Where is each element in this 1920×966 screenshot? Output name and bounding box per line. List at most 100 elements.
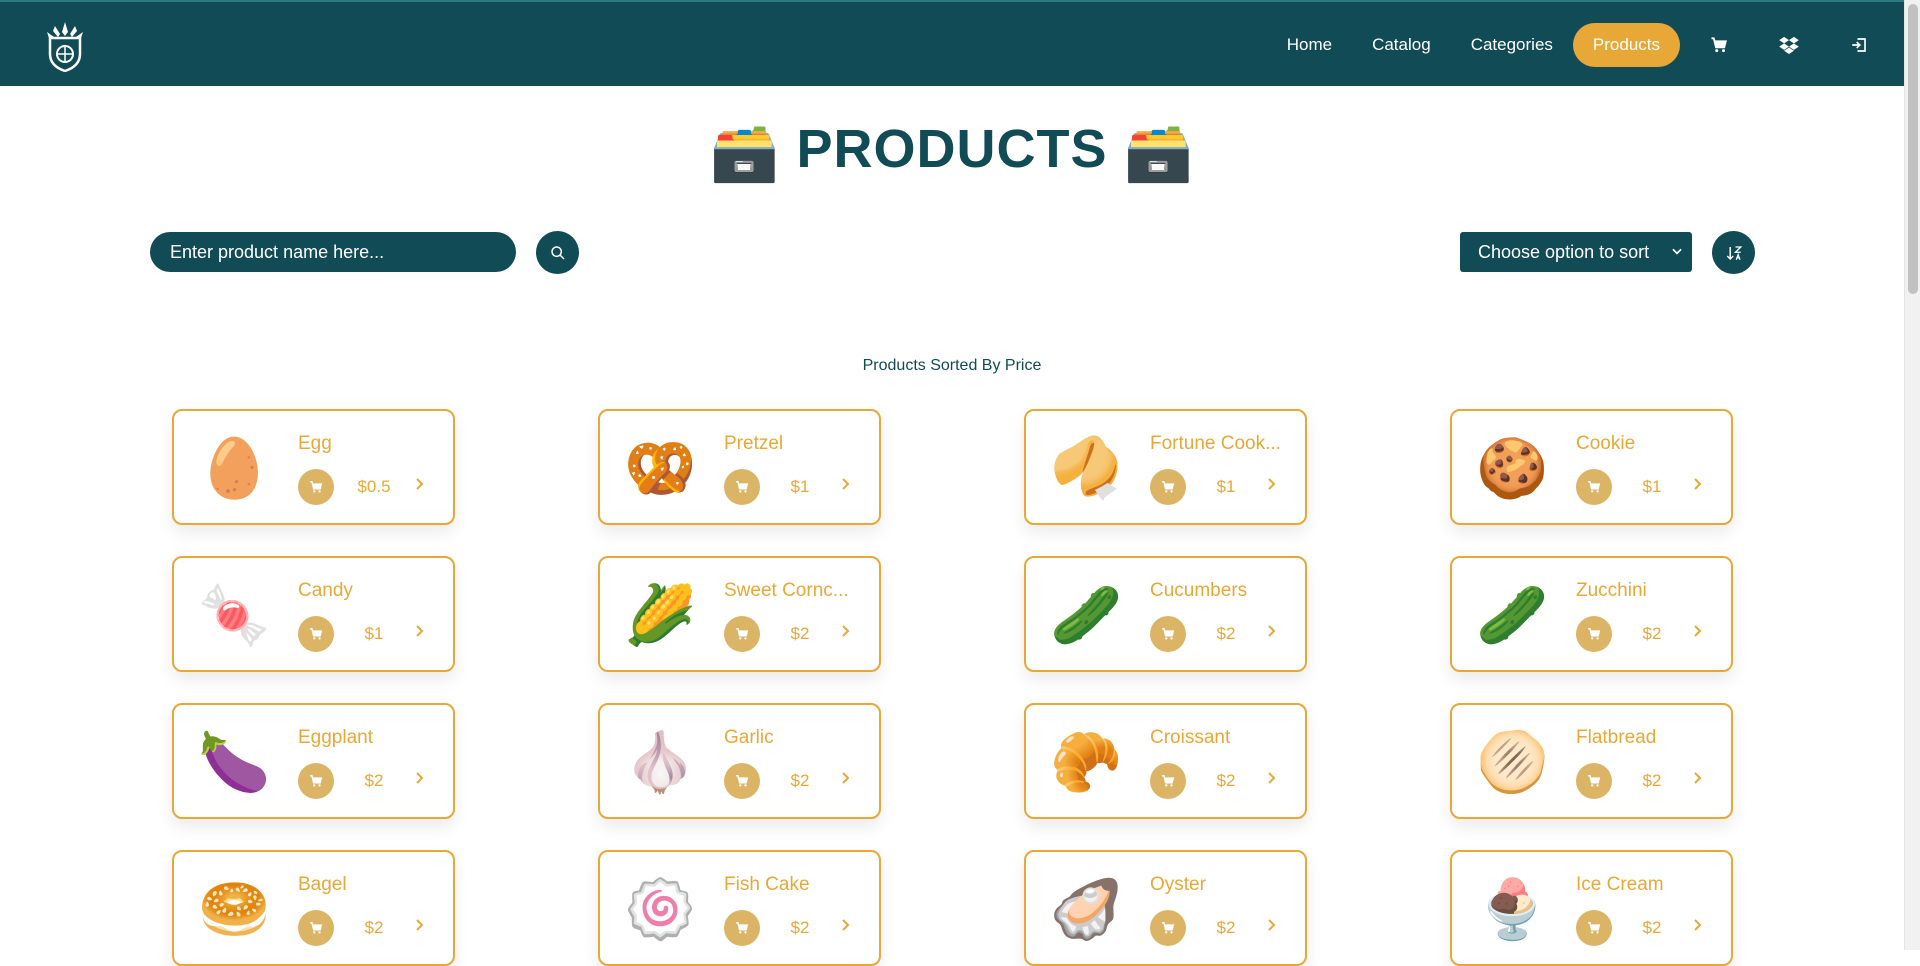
search-icon [550,245,565,260]
product-price: $2 [1216,771,1236,790]
add-to-cart-button[interactable] [1150,616,1186,652]
product-image: 🦪 [1050,875,1123,943]
product-image: 🍨 [1476,875,1549,943]
product-card[interactable]: 🥠 Fortune Cook... $1 [1024,409,1307,525]
product-card[interactable]: 🍬 Candy $1 [172,556,455,672]
product-card[interactable]: 🍥 Fish Cake $2 [598,850,881,966]
product-card[interactable]: 🍪 Cookie $1 [1450,409,1733,525]
add-to-cart-button[interactable] [724,910,760,946]
add-to-cart-button[interactable] [1576,910,1612,946]
add-to-cart-button[interactable] [1150,763,1186,799]
add-to-cart-button[interactable] [1150,910,1186,946]
sort-select[interactable]: Choose option to sort [1460,232,1692,272]
nav-catalog[interactable]: Catalog [1352,23,1451,67]
search-input[interactable] [150,232,516,272]
product-card[interactable]: 🥚 Egg $0.5 [172,409,455,525]
cart-icon [1162,775,1175,787]
product-price: $2 [1642,624,1662,643]
cart-icon[interactable] [1694,23,1744,67]
add-to-cart-button[interactable] [1576,469,1612,505]
product-price: $0.5 [357,477,391,496]
product-name: Pretzel [724,433,784,454]
add-to-cart-button[interactable] [298,616,334,652]
product-card[interactable]: 🧄 Garlic $2 [598,703,881,819]
cart-icon [736,775,749,787]
add-to-cart-button[interactable] [298,763,334,799]
page-title: 🗃️ PRODUCTS 🗃️ [0,118,1904,186]
cart-icon [1162,481,1175,493]
cart-icon [1162,922,1175,934]
chevron-right-icon[interactable] [1693,769,1703,788]
chevron-right-icon[interactable] [841,916,851,935]
product-price: $2 [790,918,810,937]
add-to-cart-button[interactable] [724,469,760,505]
product-name: Ice Cream [1576,874,1664,895]
search-button[interactable] [536,231,579,274]
product-card[interactable]: 🍆 Eggplant $2 [172,703,455,819]
chevron-right-icon[interactable] [1693,622,1703,641]
chevron-right-icon[interactable] [415,622,425,641]
cart-icon [310,775,323,787]
chevron-down-icon [1672,248,1682,255]
add-to-cart-button[interactable] [724,616,760,652]
add-to-cart-button[interactable] [1576,616,1612,652]
page-title-text: PRODUCTS [796,119,1108,179]
chevron-right-icon[interactable] [415,769,425,788]
product-image: 🌽 [624,581,697,649]
chevron-right-icon[interactable] [1267,475,1277,494]
product-image: 🥨 [624,434,697,502]
add-to-cart-button[interactable] [298,910,334,946]
logout-icon[interactable] [1834,23,1884,67]
add-to-cart-button[interactable] [298,469,334,505]
product-card[interactable]: 🫓 Flatbread $2 [1450,703,1733,819]
product-card[interactable]: 🌽 Sweet Cornc... $2 [598,556,881,672]
nav-home[interactable]: Home [1267,23,1352,67]
cart-icon [1588,922,1601,934]
product-price: $1 [790,477,810,496]
chevron-right-icon[interactable] [1267,769,1277,788]
product-card[interactable]: 🥒 Cucumbers $2 [1024,556,1307,672]
chevron-right-icon[interactable] [1693,475,1703,494]
add-to-cart-button[interactable] [1150,469,1186,505]
logo-icon[interactable] [44,18,86,72]
scrollbar[interactable] [1904,0,1920,950]
sort-select-value: Choose option to sort [1478,241,1650,262]
chevron-right-icon[interactable] [841,622,851,641]
product-card[interactable]: 🥯 Bagel $2 [172,850,455,966]
chevron-right-icon[interactable] [841,769,851,788]
dropbox-icon[interactable] [1764,23,1814,67]
chevron-right-icon[interactable] [1267,622,1277,641]
product-name: Candy [298,580,353,601]
sort-subtitle: Products Sorted By Price [862,357,1042,374]
nav-categories[interactable]: Categories [1451,23,1573,67]
product-price: $2 [1216,918,1236,937]
product-card[interactable]: 🥐 Croissant $2 [1024,703,1307,819]
add-to-cart-button[interactable] [1576,763,1612,799]
chevron-right-icon[interactable] [841,475,851,494]
nav-products[interactable]: Products [1572,23,1680,67]
sort-direction-button[interactable] [1712,231,1755,274]
chevron-right-icon[interactable] [1693,916,1703,935]
product-grid: 🥚 Egg $0.5 🥨 Pretzel $1 🥠 Fortune Cook..… [172,409,1733,966]
add-to-cart-button[interactable] [724,763,760,799]
product-card[interactable]: 🦪 Oyster $2 [1024,850,1307,966]
product-name: Oyster [1150,874,1206,895]
cart-icon [1162,628,1175,640]
chevron-right-icon[interactable] [415,475,425,494]
chevron-right-icon[interactable] [415,916,425,935]
product-image: 🥠 [1050,434,1123,502]
product-card[interactable]: 🍨 Ice Cream $2 [1450,850,1733,966]
cart-icon [1588,775,1601,787]
navbar: Home Catalog Categories Products [0,0,1904,86]
cart-icon [736,628,749,640]
card-file-box-icon: 🗃️ [709,120,781,184]
scrollbar-thumb[interactable] [1908,4,1918,294]
product-card[interactable]: 🥒 Zucchini $2 [1450,556,1733,672]
product-price: $1 [1642,477,1662,496]
chevron-right-icon[interactable] [1267,916,1277,935]
product-image: 🧄 [624,728,697,796]
product-price: $2 [1642,771,1662,790]
product-card[interactable]: 🥨 Pretzel $1 [598,409,881,525]
product-name: Cucumbers [1150,580,1248,601]
product-price: $1 [364,624,384,643]
